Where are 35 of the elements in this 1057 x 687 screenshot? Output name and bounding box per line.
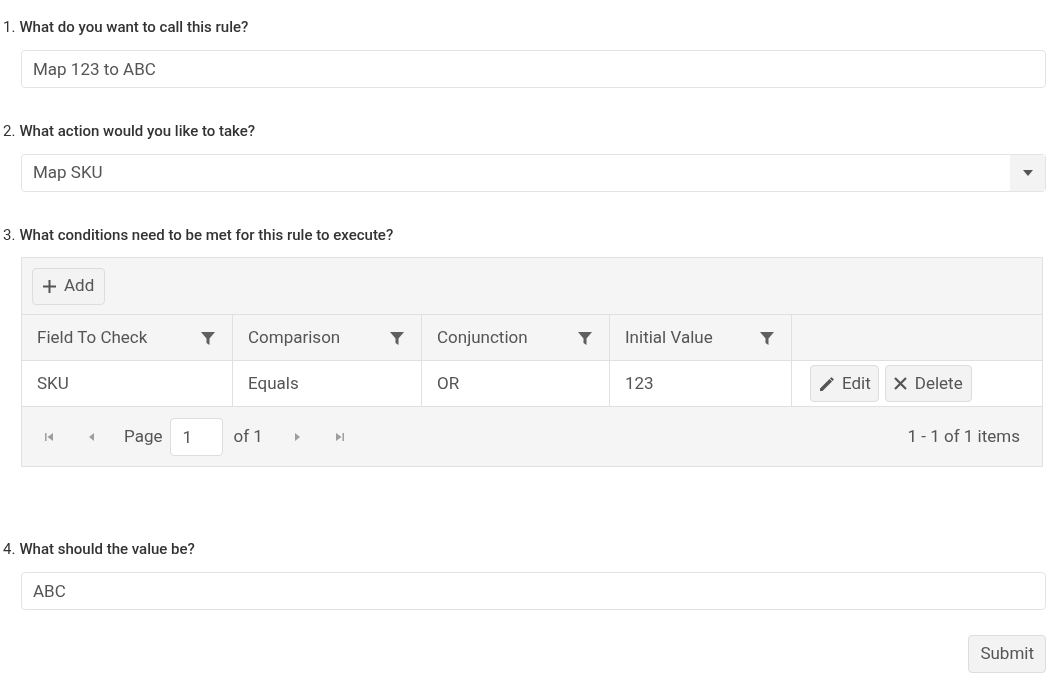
question-label: What action would you like to take? [19,121,256,141]
table-cell: OR [422,361,610,406]
page-count: of 1 [233,424,263,448]
column-header[interactable]: Initial Value [610,315,792,360]
column-header[interactable]: Field To Check [22,315,233,360]
plus-icon [43,279,56,293]
table-cell: SKU [22,361,233,406]
items-summary: 1 - 1 of 1 items [907,424,1020,448]
question-label: What should the value be? [19,539,195,559]
page-input[interactable]: 1 [170,417,224,456]
filter-icon[interactable] [577,329,593,346]
question-label: What conditions need to be met for this rule to execute? [19,225,394,245]
column-header[interactable]: Conjunction [422,315,610,360]
column-header[interactable]: Comparison [233,315,422,360]
question-number: 3. [3,225,16,245]
filter-icon[interactable] [200,329,216,346]
text-field[interactable]: ABC [21,572,1046,610]
question-number: 2. [3,121,16,141]
close-icon [893,377,907,390]
question-number: 4. [3,539,16,559]
question-label: What do you want to call this rule? [19,17,249,37]
filter-icon[interactable] [759,329,775,346]
edit-button[interactable]: Edit [810,365,879,402]
add-button[interactable]: Add [32,267,106,305]
text-field[interactable]: Map 123 to ABC [21,50,1046,88]
question-number: 1. [3,17,16,37]
dropdown-field[interactable]: Map SKU [21,154,1046,192]
pencil-icon [818,374,836,393]
filter-icon[interactable] [389,329,405,346]
caret-icon [1022,170,1033,176]
table-cell: Equals [233,361,422,406]
page-label: Page [124,424,163,448]
table-cell: 123 [610,361,792,406]
submit-button[interactable]: Submit [968,635,1046,673]
delete-button[interactable]: Delete [884,365,972,402]
